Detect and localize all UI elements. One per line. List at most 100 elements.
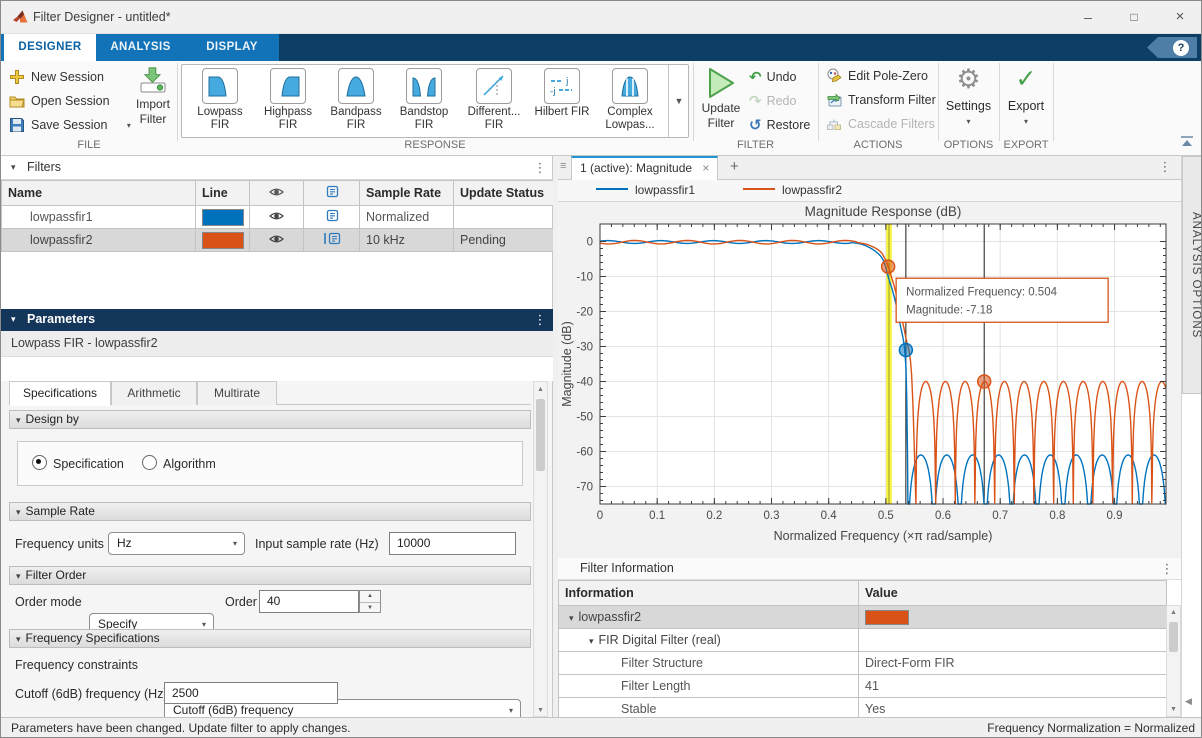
gallery-item-bandpass-fir[interactable]: BandpassFIR [323, 68, 389, 134]
order-field[interactable]: 40 [259, 590, 359, 613]
import-filter-button[interactable]: Import Filter [125, 97, 181, 127]
tab-designer[interactable]: DESIGNER [4, 34, 96, 61]
scroll-up-icon[interactable]: ▲ [534, 382, 547, 397]
update-filter-button[interactable]: Update Filter [693, 101, 749, 131]
radio-algorithm[interactable]: Algorithm [142, 455, 216, 471]
design-by-section-header[interactable]: ▾Design by [9, 410, 531, 429]
minimize-button[interactable]: – [1065, 1, 1111, 33]
filter-row-lowpassfir2[interactable]: lowpassfir2 10 kHz Pending [2, 229, 554, 252]
gallery-item-hilbert-fir[interactable]: j-j Hilbert FIR [529, 68, 595, 134]
info-toggle[interactable] [304, 206, 360, 229]
line-color-swatch[interactable] [202, 232, 244, 249]
info-row-filter-length[interactable]: Filter Length 41 [559, 675, 1167, 698]
filter-info-menu-icon[interactable]: ⋮ [1160, 561, 1174, 577]
order-stepper[interactable]: ▲ ▼ [359, 590, 381, 613]
restore-button[interactable]: ↺Restore [749, 116, 810, 134]
gallery-item-lowpass-fir[interactable]: LowpassFIR [187, 68, 253, 134]
info-row-fir-digital-filter[interactable]: ▾FIR Digital Filter (real) [559, 629, 1167, 652]
info-row-filter-structure[interactable]: Filter Structure Direct-Form FIR [559, 652, 1167, 675]
magnitude-response-chart[interactable]: 00.10.20.30.40.50.60.70.80.90-10-20-30-4… [558, 202, 1181, 558]
input-sample-rate-field[interactable]: 10000 [389, 532, 516, 555]
radio-icon[interactable] [142, 455, 157, 470]
tab-analysis[interactable]: ANALYSIS [96, 34, 185, 61]
scrollbar-thumb[interactable] [536, 399, 545, 471]
col-name[interactable]: Name [2, 181, 196, 206]
section-divider [177, 63, 178, 141]
filters-menu-icon[interactable]: ⋮ [533, 160, 547, 176]
col-sample-rate[interactable]: Sample Rate [360, 181, 454, 206]
scroll-down-icon[interactable]: ▼ [1167, 703, 1180, 717]
help-icon[interactable]: ? [1173, 40, 1189, 56]
tab-display-options[interactable]: DISPLAY OPTIONS [185, 34, 279, 61]
col-line[interactable]: Line [196, 181, 250, 206]
plot-tab-magnitude[interactable]: 1 (active): Magnitude × [571, 156, 718, 180]
tab-specifications[interactable]: Specifications [9, 381, 111, 406]
help-badge[interactable]: ? [1147, 37, 1197, 58]
cutoff-frequency-field[interactable]: 2500 [164, 682, 338, 704]
visibility-toggle[interactable] [250, 206, 304, 229]
edit-pole-zero-button[interactable]: Edit Pole-Zero [826, 68, 928, 84]
legend-entry-lowpassfir1[interactable]: lowpassfir1 [596, 183, 695, 197]
save-session-button[interactable]: Save Session ▾ [9, 117, 131, 133]
close-button[interactable]: × [1157, 1, 1202, 33]
frequency-specifications-section-header[interactable]: ▾Frequency Specifications [9, 629, 531, 648]
parameters-scrollbar[interactable]: ▲ ▼ [533, 381, 548, 717]
col-value[interactable]: Value [859, 581, 1167, 606]
maximize-button[interactable]: □ [1111, 1, 1157, 33]
svg-text:0: 0 [587, 237, 593, 249]
scroll-down-icon[interactable]: ▼ [534, 703, 547, 718]
col-update-status[interactable]: Update Status [454, 181, 554, 206]
transform-filter-icon [826, 92, 842, 108]
info-row-lowpassfir2[interactable]: ▾lowpassfir2 [559, 606, 1167, 629]
expand-icon[interactable]: ▾ [589, 636, 594, 646]
col-information[interactable]: Information [559, 581, 859, 606]
info-toggle-active[interactable] [304, 229, 360, 252]
window-title: Filter Designer - untitled* [33, 10, 171, 24]
gallery-item-bandstop-fir[interactable]: BandstopFIR [391, 68, 457, 134]
legend-entry-lowpassfir2[interactable]: lowpassfir2 [743, 183, 842, 197]
collapse-ribbon-button[interactable] [1179, 135, 1197, 149]
gallery-item-complex-lowpass[interactable]: ComplexLowpas... [597, 68, 663, 134]
settings-button[interactable]: Settings ▾ [938, 99, 999, 126]
filter-info-scrollbar[interactable]: ▲ ▼ [1166, 605, 1181, 717]
new-session-button[interactable]: New Session [9, 69, 104, 85]
filter-row-lowpassfir1[interactable]: lowpassfir1 Normalized [2, 206, 554, 229]
svg-text:-50: -50 [576, 412, 593, 424]
tab-arithmetic[interactable]: Arithmetic [111, 381, 197, 405]
input-sample-rate-label: Input sample rate (Hz) [255, 537, 379, 551]
svg-text:Normalized Frequency: 0.504: Normalized Frequency: 0.504 [906, 286, 1057, 298]
frequency-units-dropdown[interactable]: Hz▾ [108, 532, 245, 555]
svg-text:0.4: 0.4 [821, 510, 838, 522]
gallery-item-highpass-fir[interactable]: HighpassFIR [255, 68, 321, 134]
close-tab-icon[interactable]: × [702, 161, 709, 175]
add-plot-tab-button[interactable]: + [730, 158, 739, 175]
scrollbar-thumb[interactable] [1169, 622, 1178, 652]
radio-icon[interactable] [32, 455, 47, 470]
analysis-options-tab[interactable]: ANALYSIS OPTIONS [1182, 156, 1202, 394]
scroll-up-icon[interactable]: ▲ [1167, 606, 1180, 620]
new-session-icon [9, 69, 25, 85]
collapse-panel-icon[interactable]: ◀ [1185, 696, 1192, 707]
col-visibility[interactable] [250, 181, 304, 206]
open-session-button[interactable]: Open Session [9, 93, 110, 109]
sample-rate-section-header[interactable]: ▾Sample Rate [9, 502, 531, 521]
gallery-item-differentiator-fir[interactable]: Different...FIR [459, 68, 529, 134]
plot-menu-icon[interactable]: ⋮ [1158, 159, 1172, 175]
collapse-filters-icon[interactable]: ▾ [11, 162, 16, 173]
radio-specification[interactable]: Specification [32, 455, 124, 471]
filter-order-section-header[interactable]: ▾Filter Order [9, 566, 531, 585]
tab-multirate[interactable]: Multirate [197, 381, 277, 405]
gallery-expand-button[interactable]: ▼ [668, 65, 689, 137]
visibility-toggle[interactable] [250, 229, 304, 252]
stepper-up-icon[interactable]: ▲ [360, 591, 380, 602]
parameters-menu-icon[interactable]: ⋮ [533, 312, 547, 328]
export-button[interactable]: Export ▾ [999, 99, 1053, 126]
expand-icon[interactable]: ▾ [569, 613, 574, 623]
undo-button[interactable]: ↶Undo [749, 68, 796, 86]
stepper-down-icon[interactable]: ▼ [360, 602, 380, 614]
transform-filter-button[interactable]: Transform Filter [826, 92, 936, 108]
grip-icon[interactable]: ≡ [560, 160, 566, 172]
col-info-toggle[interactable] [304, 181, 360, 206]
line-color-swatch[interactable] [202, 209, 244, 226]
collapse-parameters-icon[interactable]: ▾ [11, 314, 16, 325]
